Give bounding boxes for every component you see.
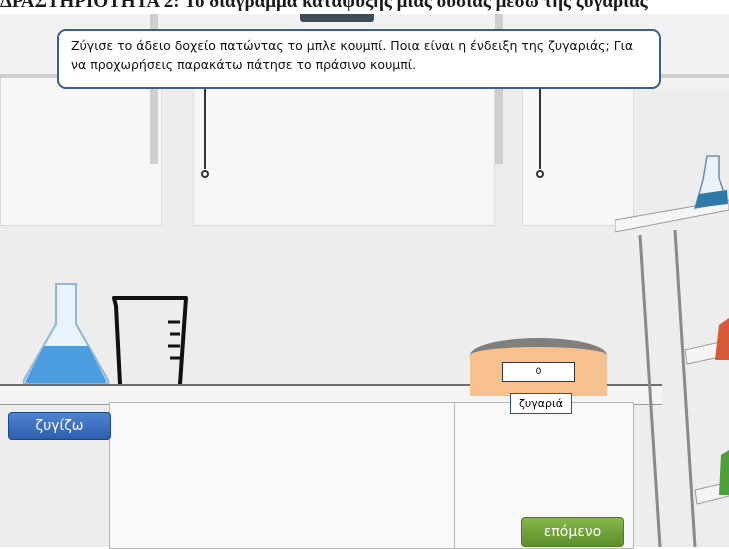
scale-label: ζυγαριά	[510, 393, 572, 414]
activity-heading: ΔΡΑΣΤΗΡΙΟΤΗΤΑ 2: Το διάγραμμα κατάψυξης …	[0, 0, 648, 12]
ceiling-lamp	[300, 14, 374, 22]
scale-reading-display: 0	[502, 362, 575, 382]
weigh-button[interactable]: ζυγίζω	[8, 412, 111, 440]
lab-window-left	[0, 74, 162, 226]
beaker-icon[interactable]	[110, 294, 192, 388]
next-button[interactable]: επόμενο	[521, 517, 624, 547]
lab-shelf	[615, 155, 729, 547]
hanging-hooks	[201, 74, 544, 178]
erlenmeyer-flask-icon[interactable]	[20, 280, 112, 386]
bench-cabinet-left	[109, 402, 456, 549]
instruction-callout: Ζύγισε το άδειο δοχείο πατώντας το μπλε …	[57, 29, 661, 89]
